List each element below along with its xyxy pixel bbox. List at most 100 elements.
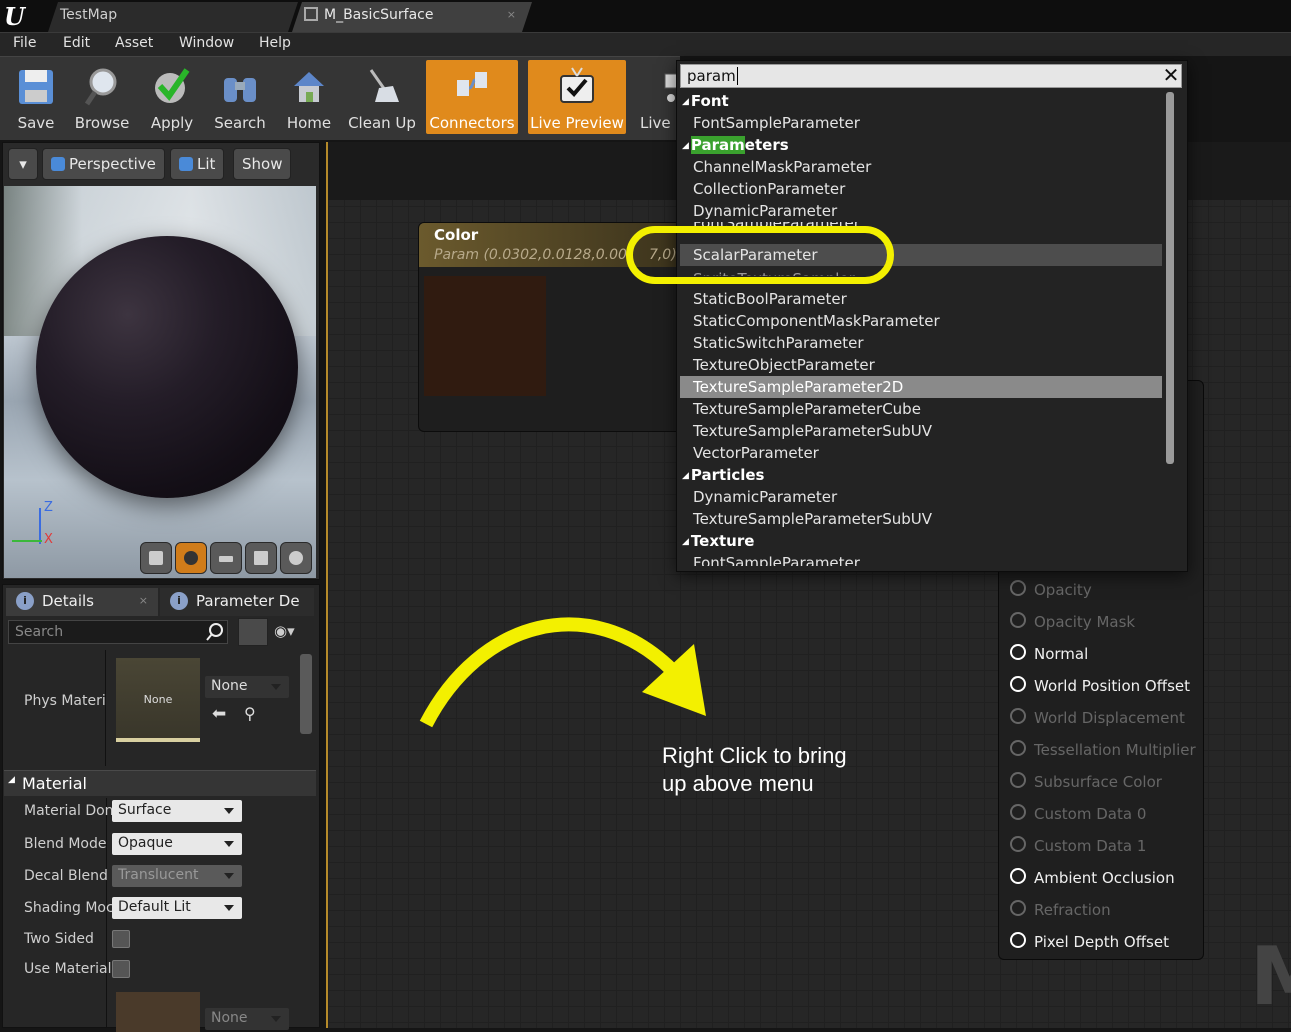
material-select[interactable]: None — [205, 1008, 289, 1030]
menu-help[interactable]: Help — [259, 35, 291, 51]
show-button[interactable]: Show — [233, 148, 292, 180]
list-item[interactable]: TextureSampleParameterSubUV — [693, 420, 932, 442]
node-search-input[interactable]: param — [680, 64, 1182, 88]
world-displacement-pin[interactable]: World Displacement — [1010, 708, 1185, 727]
material-thumbnail[interactable] — [116, 992, 200, 1032]
browse-button[interactable]: Browse — [70, 60, 134, 134]
details-scrollbar[interactable] — [300, 654, 312, 734]
magnifier-icon — [84, 68, 117, 106]
category-parameters[interactable]: Parameters — [682, 134, 789, 156]
lit-button[interactable]: Lit — [170, 148, 225, 180]
category-particles[interactable]: Particles — [682, 464, 765, 486]
menu-asset[interactable]: Asset — [115, 35, 153, 51]
checkmark-icon — [155, 68, 190, 103]
category-font[interactable]: Font — [682, 90, 729, 112]
live-preview-button[interactable]: Live Preview — [528, 60, 626, 134]
list-item[interactable]: ChannelMaskParameter — [693, 156, 871, 178]
tessellation-multiplier-pin[interactable]: Tessellation Multiplier — [1010, 740, 1196, 759]
tab-label: TestMap — [60, 7, 118, 23]
preview-cube-button[interactable] — [245, 542, 277, 574]
world-position-offset-pin[interactable]: World Position Offset — [1010, 676, 1190, 695]
phys-material-select[interactable]: None — [205, 676, 289, 698]
preview-plane-button[interactable] — [210, 542, 242, 574]
list-item[interactable]: StaticSwitchParameter — [693, 332, 864, 354]
normal-pin[interactable]: Normal — [1010, 644, 1088, 663]
view-options-grid-icon[interactable] — [238, 618, 268, 646]
list-item[interactable]: TextureSampleParameterSubUV — [693, 508, 932, 530]
annotation-highlight-ring — [626, 226, 894, 284]
z-axis-label: Z — [44, 500, 53, 515]
opacity-mask-pin[interactable]: Opacity Mask — [1010, 612, 1135, 631]
close-tab-icon[interactable]: × — [507, 8, 516, 21]
list-item[interactable]: CollectionParameter — [693, 178, 845, 200]
save-button[interactable]: Save — [6, 60, 66, 134]
custom-data-1-pin[interactable]: Custom Data 1 — [1010, 836, 1146, 855]
decal-blend-label: Decal Blend — [24, 868, 108, 884]
category-texture[interactable]: Texture — [682, 530, 755, 552]
perspective-icon — [51, 157, 65, 171]
teapot-icon — [289, 551, 303, 565]
tab-testmap[interactable]: TestMap — [48, 2, 298, 32]
ambient-occlusion-pin[interactable]: Ambient Occlusion — [1010, 868, 1175, 887]
annotation-text: Right Click to bring up above menu — [662, 743, 847, 796]
tab-details[interactable]: i Details × — [6, 588, 158, 616]
menu-window[interactable]: Window — [179, 35, 234, 51]
material-section-header[interactable]: ◢ Material — [4, 770, 316, 796]
material-domain-label: Material Don — [24, 803, 114, 819]
browse-magnifier-icon[interactable]: ⚲ — [244, 704, 256, 723]
subsurface-color-pin[interactable]: Subsurface Color — [1010, 772, 1162, 791]
apply-button[interactable]: Apply — [140, 60, 204, 134]
live-nodes-button[interactable]: Live — [636, 60, 680, 134]
z-axis-line — [39, 508, 41, 544]
list-item-selected[interactable]: TextureSampleParameter2D — [693, 376, 903, 398]
info-icon: i — [170, 592, 188, 610]
preview-cylinder-button[interactable] — [140, 542, 172, 574]
refraction-pin[interactable]: Refraction — [1010, 900, 1111, 919]
material-domain-select[interactable]: Surface — [112, 800, 242, 822]
search-button[interactable]: Search — [208, 60, 272, 134]
eye-icon[interactable]: ◉▾ — [274, 622, 295, 640]
use-material-checkbox[interactable] — [112, 960, 130, 978]
opacity-pin[interactable]: Opacity — [1010, 580, 1092, 599]
menu-file[interactable]: File — [13, 35, 36, 51]
material-doc-icon — [304, 7, 318, 21]
phys-material-thumbnail[interactable]: None — [116, 658, 200, 742]
list-item[interactable]: FontSampleParameter — [693, 112, 860, 134]
list-item[interactable]: StaticComponentMaskParameter — [693, 310, 940, 332]
preview-mesh-button[interactable] — [280, 542, 312, 574]
close-tab-icon[interactable]: × — [139, 594, 148, 607]
color-swatch — [424, 276, 546, 396]
use-material-label: Use Material — [24, 961, 112, 977]
tab-parameter-defaults[interactable]: i Parameter De — [160, 588, 314, 616]
tab-m-basicsurface[interactable]: M_BasicSurface × — [292, 2, 532, 32]
pixel-depth-offset-pin[interactable]: Pixel Depth Offset — [1010, 932, 1169, 951]
home-button[interactable]: Home — [278, 60, 340, 134]
list-item[interactable]: DynamicParameter — [693, 486, 837, 508]
tv-check-icon — [560, 67, 594, 103]
blend-mode-select[interactable]: Opaque — [112, 833, 242, 855]
list-item[interactable]: TextureObjectParameter — [693, 354, 875, 376]
list-item[interactable]: VectorParameter — [693, 442, 819, 464]
cube-icon — [254, 551, 268, 565]
custom-data-0-pin[interactable]: Custom Data 0 — [1010, 804, 1146, 823]
chevron-down-icon: ▾ — [19, 155, 27, 173]
preview-sphere-button[interactable] — [175, 542, 207, 574]
clean-up-button[interactable]: Clean Up — [346, 60, 418, 134]
popup-scrollbar[interactable] — [1166, 92, 1174, 464]
perspective-button[interactable]: Perspective — [42, 148, 165, 180]
shading-model-select[interactable]: Default Lit — [112, 897, 242, 919]
list-item[interactable]: DynamicParameter — [693, 200, 837, 222]
use-selected-arrow-icon[interactable]: ⬅ — [212, 704, 226, 724]
list-item[interactable]: StaticBoolParameter — [693, 288, 847, 310]
list-item[interactable]: FontSampleParameter — [693, 552, 860, 566]
menu-edit[interactable]: Edit — [63, 35, 90, 51]
shading-model-label: Shading Moc — [24, 900, 114, 916]
list-item[interactable]: TextureSampleParameterCube — [693, 398, 921, 420]
plane-icon — [219, 556, 233, 562]
clear-search-icon[interactable]: ✕ — [1160, 64, 1182, 86]
details-search-input[interactable]: Search — [8, 620, 228, 644]
viewport-options-dropdown[interactable]: ▾ — [8, 148, 38, 180]
sphere-icon — [184, 551, 198, 565]
connectors-button[interactable]: Connectors — [426, 60, 518, 134]
two-sided-checkbox[interactable] — [112, 930, 130, 948]
